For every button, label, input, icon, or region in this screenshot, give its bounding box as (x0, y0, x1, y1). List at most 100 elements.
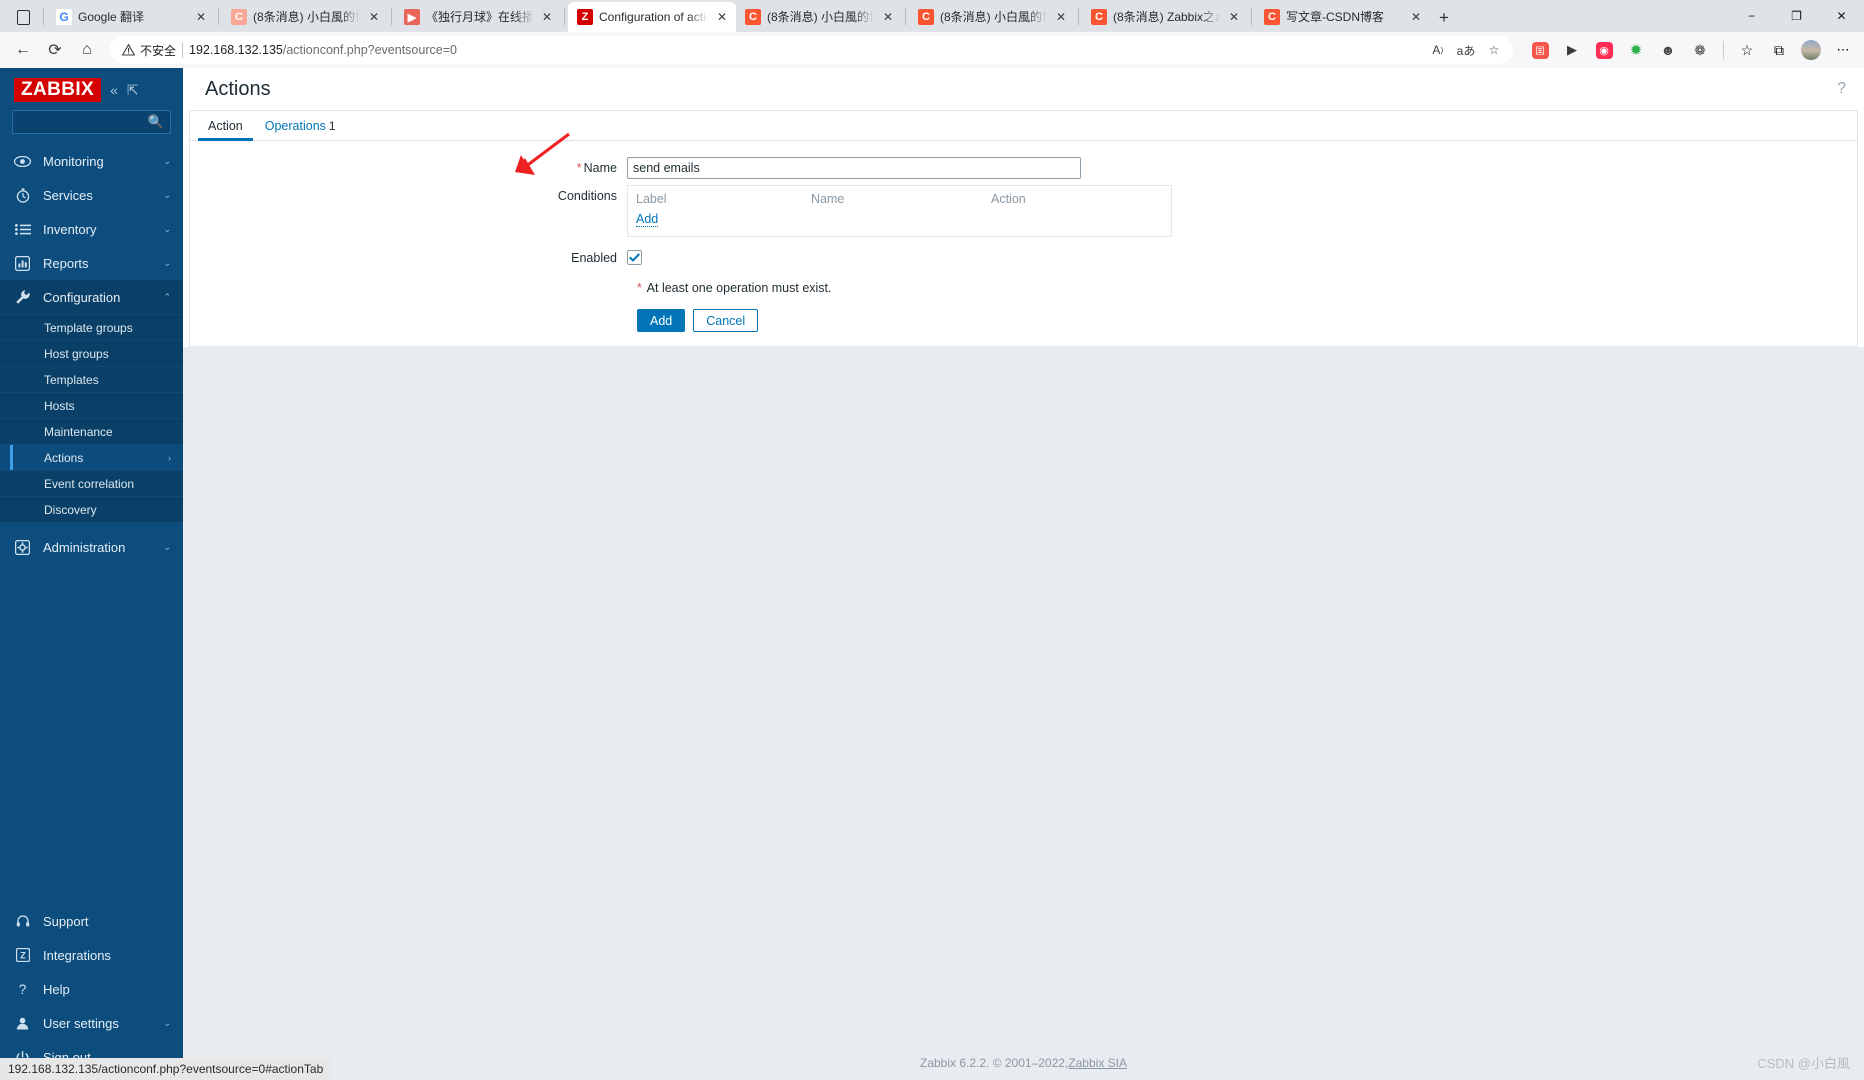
sidebar-item-help[interactable]: ? Help (0, 972, 183, 1006)
sidebar-label: Inventory (43, 221, 97, 237)
new-tab-button[interactable]: + (1430, 4, 1458, 32)
window-maximize-button[interactable]: ❐ (1774, 0, 1819, 32)
tab-shelf-icon[interactable] (6, 2, 40, 32)
security-warning[interactable]: 不安全 (122, 42, 176, 59)
browser-tab-0[interactable]: G Google 翻译 ✕ (47, 2, 215, 32)
name-input[interactable] (627, 157, 1081, 179)
sidebar-item-actions[interactable]: Actions › (0, 444, 183, 470)
add-condition-link[interactable]: Add (636, 212, 659, 227)
sidebar-item-discovery[interactable]: Discovery (0, 496, 183, 522)
sidebar-item-integrations[interactable]: Z Integrations (0, 938, 183, 972)
translate-icon[interactable]: aあ (1453, 37, 1479, 63)
tab-divider (905, 8, 906, 25)
sidebar-sub-label: Maintenance (44, 424, 113, 439)
tab-close-icon[interactable]: ✕ (1408, 10, 1424, 24)
browser-tab-5[interactable]: C (8条消息) 小白風的博客_ ✕ (909, 2, 1075, 32)
sidebar-item-templates[interactable]: Templates (0, 366, 183, 392)
zabbix-application: ZABBIX « ⇱ 🔍 Monitoring ⌄ Services ⌄ Inv… (0, 68, 1864, 1080)
browser-tab-3-active[interactable]: Z Configuration of actions ✕ (568, 2, 736, 32)
sidebar-item-support[interactable]: Support (0, 904, 183, 938)
warning-triangle-icon (122, 44, 135, 56)
chevron-right-icon: › (168, 452, 171, 463)
sidebar-item-administration[interactable]: Administration ⌄ (0, 530, 183, 564)
tab-close-icon[interactable]: ✕ (539, 10, 555, 24)
form-row-conditions: Conditions Label Name Action Add (190, 185, 1857, 237)
help-icon[interactable]: ? (1837, 80, 1846, 98)
sidebar-label: Administration (43, 539, 126, 555)
tab-operations[interactable]: Operations 1 (261, 119, 340, 140)
eye-icon (14, 155, 31, 167)
panda-ext-icon[interactable]: ☻ (1655, 37, 1681, 63)
zabbix-sia-link[interactable]: Zabbix SIA (1068, 1056, 1127, 1070)
chinese-ext-icon[interactable]: 囯 (1527, 37, 1553, 63)
browser-tab-2[interactable]: ▶ 《独行月球》在线播放完 ✕ (395, 2, 561, 32)
sidebar-item-services[interactable]: Services ⌄ (0, 178, 183, 212)
douyin-ext-icon[interactable]: ◉ (1591, 37, 1617, 63)
star-ext-icon[interactable]: ✹ (1623, 37, 1649, 63)
address-bar[interactable]: 不安全 192.168.132.135/actionconf.php?event… (110, 36, 1513, 64)
sidebar-item-user-settings[interactable]: User settings ⌄ (0, 1006, 183, 1040)
sidebar-item-inventory[interactable]: Inventory ⌄ (0, 212, 183, 246)
sidebar-search-wrapper: 🔍 (0, 108, 183, 144)
tab-title: (8条消息) 小白風的博客_ (253, 10, 360, 24)
more-options-icon[interactable]: ⋯ (1830, 37, 1856, 63)
tab-close-icon[interactable]: ✕ (193, 10, 209, 24)
tab-action[interactable]: Action (198, 119, 253, 141)
sidebar-item-template-groups[interactable]: Template groups (0, 314, 183, 340)
add-button[interactable]: Add (637, 309, 686, 332)
browser-tab-6[interactable]: C (8条消息) Zabbix之agent ✕ (1082, 2, 1248, 32)
tab-close-icon[interactable]: ✕ (1053, 10, 1069, 24)
sidebar-item-monitoring[interactable]: Monitoring ⌄ (0, 144, 183, 178)
window-minimize-button[interactable]: − (1729, 0, 1774, 32)
browser-tab-1[interactable]: C (8条消息) 小白風的博客_ ✕ (222, 2, 388, 32)
cancel-button[interactable]: Cancel (693, 309, 759, 332)
tab-close-icon[interactable]: ✕ (1226, 10, 1242, 24)
browser-tab-7[interactable]: C 写文章-CSDN博客 ✕ (1255, 2, 1430, 32)
collections-icon[interactable]: ☆ (1734, 37, 1760, 63)
tab-title: (8条消息) 小白風的博客_ (767, 10, 874, 24)
tab-close-icon[interactable]: ✕ (366, 10, 382, 24)
profile-avatar[interactable] (1798, 37, 1824, 63)
sidebar-label: Help (43, 981, 70, 997)
sidebar-label: User settings (43, 1015, 119, 1031)
sidebar-item-event-correlation[interactable]: Event correlation (0, 470, 183, 496)
search-input[interactable] (19, 114, 148, 130)
sidebar-item-reports[interactable]: Reports ⌄ (0, 246, 183, 280)
search-icon[interactable]: 🔍 (148, 114, 164, 130)
browser-toolbar: ← ⟳ ⌂ 不安全 192.168.132.135/actionconf.php… (0, 32, 1864, 68)
collapse-sidebar-icon[interactable]: « (110, 82, 118, 98)
puzzle-ext-icon[interactable]: ❁ (1687, 37, 1713, 63)
back-button[interactable]: ← (8, 35, 38, 65)
sidebar-header: ZABBIX « ⇱ (0, 68, 183, 108)
reload-button[interactable]: ⟳ (40, 35, 70, 65)
home-button[interactable]: ⌂ (72, 35, 102, 65)
enabled-checkbox[interactable] (627, 250, 642, 265)
sidebar-item-host-groups[interactable]: Host groups (0, 340, 183, 366)
footer-copyright: Zabbix 6.2.2. © 2001–2022, (920, 1056, 1069, 1070)
form-row-enabled: Enabled (190, 247, 1857, 269)
zabbix-z-icon: Z (14, 948, 31, 962)
omnibox-divider (182, 42, 184, 58)
sidebar-item-configuration[interactable]: Configuration ⌃ (0, 280, 183, 314)
window-close-button[interactable]: ✕ (1819, 0, 1864, 32)
app-footer: Zabbix 6.2.2. © 2001–2022, Zabbix SIA (183, 1046, 1864, 1080)
search-box[interactable]: 🔍 (12, 110, 171, 134)
browser-tab-4[interactable]: C (8条消息) 小白風的博客_ ✕ (736, 2, 902, 32)
hide-sidebar-icon[interactable]: ⇱ (127, 82, 139, 99)
add-favorite-icon[interactable]: ☆ (1481, 37, 1507, 63)
address-bar-url: 192.168.132.135/actionconf.php?eventsour… (189, 43, 1419, 57)
sidebar-item-hosts[interactable]: Hosts (0, 392, 183, 418)
play-ext-icon[interactable]: ▶ (1559, 37, 1585, 63)
page-title: Actions (205, 77, 271, 100)
action-form-body: *Name Conditions Label Name (190, 141, 1857, 346)
tab-close-icon[interactable]: ✕ (880, 10, 896, 24)
csdn-icon: C (918, 9, 934, 25)
read-aloud-icon[interactable]: A ⟩ (1425, 37, 1451, 63)
split-screen-icon[interactable]: ⧉ (1766, 37, 1792, 63)
chevron-down-icon: ⌄ (163, 189, 171, 200)
sidebar-sub-label: Event correlation (44, 476, 135, 491)
sidebar-item-maintenance[interactable]: Maintenance (0, 418, 183, 444)
tab-divider (43, 8, 44, 25)
tab-divider (1251, 8, 1252, 25)
tab-close-icon[interactable]: ✕ (714, 10, 730, 24)
